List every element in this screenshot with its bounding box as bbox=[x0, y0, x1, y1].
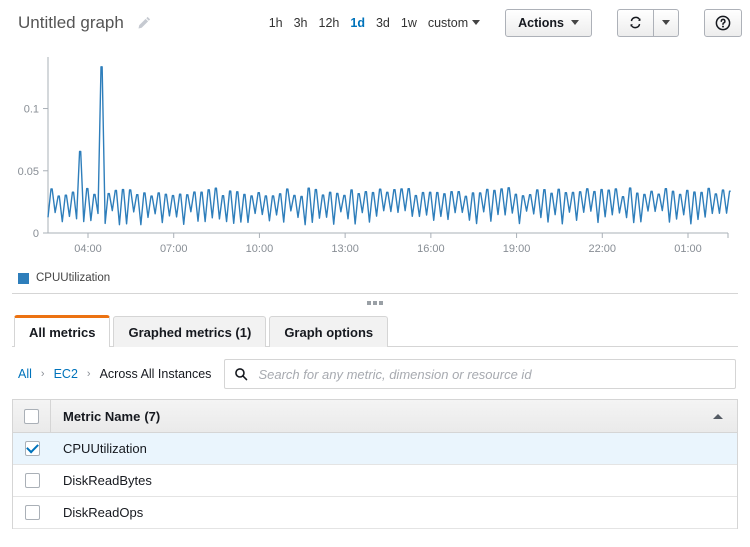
y-tick-label: 0 bbox=[33, 228, 39, 240]
page-title: Untitled graph bbox=[18, 13, 124, 33]
time-range-custom[interactable]: custom bbox=[428, 16, 480, 30]
tab-graphed-metrics[interactable]: Graphed metrics (1) bbox=[113, 316, 266, 347]
row-select-cell bbox=[13, 497, 51, 528]
row-checkbox[interactable] bbox=[25, 473, 40, 488]
tab-graph-options[interactable]: Graph options bbox=[269, 316, 388, 347]
x-tick-label: 07:00 bbox=[160, 243, 188, 255]
chart-legend: CPUUtilization bbox=[0, 272, 750, 284]
time-range-1w[interactable]: 1w bbox=[401, 16, 417, 30]
breadcrumb-item-across-all-instances: Across All Instances bbox=[100, 367, 212, 381]
x-tick-label: 22:00 bbox=[589, 243, 617, 255]
sort-ascending-icon[interactable] bbox=[713, 414, 723, 419]
column-header-label: Metric Name bbox=[63, 409, 140, 424]
time-range-1h[interactable]: 1h bbox=[269, 16, 283, 30]
time-range-3h[interactable]: 3h bbox=[294, 16, 308, 30]
row-checkbox[interactable] bbox=[25, 505, 40, 520]
custom-range-label: custom bbox=[428, 16, 468, 30]
select-all-checkbox[interactable] bbox=[24, 409, 39, 424]
drag-dot bbox=[367, 301, 371, 305]
chevron-down-icon bbox=[472, 20, 480, 25]
breadcrumb-item-ec2[interactable]: EC2 bbox=[54, 367, 78, 381]
metric-name: CPUUtilization bbox=[51, 441, 737, 456]
refresh-dropdown-button[interactable] bbox=[653, 9, 679, 37]
table-row[interactable]: CPUUtilization bbox=[13, 433, 737, 465]
actions-button[interactable]: Actions bbox=[505, 9, 592, 37]
legend-swatch-cpuutilization bbox=[18, 273, 29, 284]
time-range-12h[interactable]: 12h bbox=[319, 16, 340, 30]
help-icon bbox=[715, 15, 731, 31]
time-range-3d[interactable]: 3d bbox=[376, 16, 390, 30]
legend-label-cpuutilization: CPUUtilization bbox=[36, 272, 110, 284]
metric-chart: 0 0.05 0.1 04:00 07:00 10:00 13:00 16:00 19:00 22… bbox=[0, 45, 750, 293]
table-row[interactable]: DiskReadBytes bbox=[13, 465, 737, 497]
x-tick-label: 01:00 bbox=[674, 243, 702, 255]
column-header-count: (7) bbox=[144, 409, 160, 424]
y-tick-label: 0.1 bbox=[24, 104, 39, 116]
x-tick-label: 16:00 bbox=[417, 243, 445, 255]
tab-bar: All metrics Graphed metrics (1) Graph op… bbox=[0, 315, 750, 347]
search-box[interactable] bbox=[224, 359, 736, 389]
x-tick-label: 13:00 bbox=[331, 243, 359, 255]
x-tick-label: 19:00 bbox=[503, 243, 531, 255]
table-row[interactable]: DiskReadOps bbox=[13, 497, 737, 529]
y-tick-label: 0.05 bbox=[18, 166, 39, 178]
chevron-down-icon bbox=[662, 20, 670, 25]
row-select-cell bbox=[13, 465, 51, 496]
refresh-icon bbox=[628, 15, 643, 30]
drag-dot bbox=[373, 301, 377, 305]
x-tick-label: 10:00 bbox=[246, 243, 274, 255]
select-all-cell bbox=[13, 400, 51, 432]
chevron-down-icon bbox=[571, 20, 579, 25]
x-tick-label: 04:00 bbox=[74, 243, 102, 255]
table-header-row: Metric Name (7) bbox=[13, 400, 737, 433]
pencil-icon[interactable] bbox=[136, 15, 152, 31]
tab-all-metrics[interactable]: All metrics bbox=[14, 315, 110, 347]
drag-handle[interactable] bbox=[367, 301, 383, 305]
help-button[interactable] bbox=[704, 9, 742, 37]
breadcrumb-separator: › bbox=[41, 368, 45, 380]
metrics-table: Metric Name (7) CPUUtilization DiskReadBy… bbox=[12, 399, 738, 529]
search-icon bbox=[234, 367, 248, 381]
refresh-button-group bbox=[617, 9, 679, 37]
row-select-cell bbox=[13, 433, 51, 464]
time-range-selector: 1h 3h 12h 1d 3d 1w custom Actions bbox=[269, 9, 742, 37]
drag-dot bbox=[379, 301, 383, 305]
panel-divider bbox=[12, 293, 738, 315]
tab-all-metrics-label: All metrics bbox=[29, 325, 95, 340]
time-range-1d[interactable]: 1d bbox=[350, 16, 365, 30]
metric-name: DiskReadOps bbox=[51, 505, 737, 520]
refresh-button[interactable] bbox=[617, 9, 653, 37]
actions-button-label: Actions bbox=[518, 16, 564, 30]
tab-graphed-metrics-label: Graphed metrics (1) bbox=[128, 325, 251, 340]
breadcrumb-item-all[interactable]: All bbox=[18, 367, 32, 381]
search-input[interactable] bbox=[256, 366, 726, 383]
breadcrumb-separator: › bbox=[87, 368, 91, 380]
chart-canvas[interactable]: 0 0.05 0.1 04:00 07:00 10:00 13:00 16:00 19:00 22… bbox=[0, 45, 750, 270]
metric-name: DiskReadBytes bbox=[51, 473, 737, 488]
row-checkbox[interactable] bbox=[25, 441, 40, 456]
tab-graph-options-label: Graph options bbox=[284, 325, 373, 340]
graph-header: Untitled graph 1h 3h 12h 1d 3d 1w custom… bbox=[0, 0, 750, 45]
column-header-metric-name[interactable]: Metric Name (7) bbox=[51, 409, 713, 424]
series-line-cpuutilization[interactable] bbox=[48, 67, 731, 225]
search-row: All › EC2 › Across All Instances bbox=[0, 347, 750, 399]
breadcrumb: All › EC2 › Across All Instances bbox=[18, 367, 211, 381]
